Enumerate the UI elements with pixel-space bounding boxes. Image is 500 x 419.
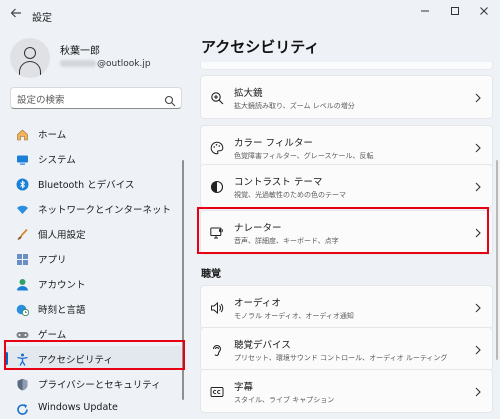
account-icon [16, 276, 29, 291]
sidebar-item-label: Windows Update [38, 402, 118, 413]
chevron-right-icon [474, 90, 482, 104]
sidebar-item-label: プライバシーとセキュリティ [38, 380, 161, 391]
sidebar-item-label: 個人用設定 [38, 230, 86, 241]
sidebar-item-windows-update[interactable]: Windows Update [5, 396, 183, 419]
card-subtitle: 拡大鏡読み取り、ズーム レベルの増分 [234, 102, 355, 110]
title-bar: 設定 [0, 0, 500, 30]
home-icon [16, 126, 29, 141]
back-arrow-icon[interactable] [10, 7, 24, 23]
user-profile[interactable]: 秋葉一郎 @outlook.jp [10, 38, 185, 78]
sidebar-item-label: アプリ [38, 255, 67, 266]
search-icon[interactable] [164, 92, 176, 107]
sidebar-item-label: ホーム [38, 130, 67, 141]
card-title: 聴覚デバイス [234, 340, 291, 351]
chevron-right-icon [474, 342, 482, 356]
highlight-box-narrator [197, 207, 489, 254]
system-icon [16, 151, 29, 165]
card-partial [200, 62, 493, 70]
setting-card-captions[interactable]: 字幕 スタイル、ライブ キャプション [200, 369, 493, 413]
speaker-icon [210, 300, 224, 315]
hearing-icon [210, 342, 224, 357]
setting-card-hearing-devices[interactable]: 聴覚デバイス プリセット、環境サウンド コントロール、オーディオ ルーティング [200, 327, 493, 371]
setting-card-color-filters[interactable]: カラー フィルター 色覚障害フィルター、グレースケール、反転 [200, 125, 493, 169]
search-placeholder: 設定の検索 [17, 95, 65, 106]
maximize-icon[interactable] [445, 4, 465, 22]
gamepad-icon [16, 326, 29, 339]
bluetooth-icon [16, 176, 29, 191]
card-subtitle: 色覚障害フィルター、グレースケール、反転 [234, 152, 374, 160]
app-title: 設定 [32, 13, 52, 24]
sidebar-item-bluetooth[interactable]: Bluetooth とデバイス [5, 171, 183, 195]
sidebar-item-label: 時刻と言語 [38, 305, 86, 316]
card-subtitle: プリセット、環境サウンド コントロール、オーディオ ルーティング [234, 354, 448, 362]
sidebar-item-home[interactable]: ホーム [5, 121, 183, 145]
magnifier-icon [210, 90, 224, 105]
card-subtitle: スタイル、ライブ キャプション [234, 396, 335, 404]
apps-icon [16, 251, 29, 265]
avatar-body [19, 61, 41, 75]
captions-icon [210, 384, 224, 398]
brush-icon [16, 226, 29, 240]
sidebar-item-accounts[interactable]: アカウント [5, 271, 183, 295]
email-redacted [60, 60, 96, 67]
chevron-right-icon [474, 140, 482, 154]
update-icon [16, 401, 29, 415]
contrast-icon [210, 179, 224, 194]
close-icon[interactable] [474, 4, 494, 22]
setting-card-magnifier[interactable]: 拡大鏡 拡大鏡読み取り、ズーム レベルの増分 [200, 75, 493, 119]
search-input[interactable]: 設定の検索 [10, 87, 182, 109]
sidebar-item-personalization[interactable]: 個人用設定 [5, 221, 183, 245]
sidebar-item-label: システム [38, 155, 76, 166]
card-title: 字幕 [234, 382, 254, 393]
setting-card-contrast-themes[interactable]: コントラスト テーマ 視覚、光過敏性のための色のテーマ [200, 164, 493, 208]
sidebar-item-network[interactable]: ネットワークとインターネット [5, 196, 183, 220]
wifi-icon [16, 201, 29, 214]
setting-card-audio[interactable]: オーディオ モノラル オーディオ、オーディオ通知 [200, 285, 493, 329]
sidebar-item-label: アカウント [38, 280, 86, 291]
card-title: 拡大鏡 [234, 88, 263, 99]
section-heading-hearing: 聴覚 [201, 269, 221, 280]
color-palette-icon [210, 140, 224, 155]
card-subtitle: モノラル オーディオ、オーディオ通知 [234, 312, 354, 320]
minimize-icon[interactable] [415, 4, 435, 22]
user-name: 秋葉一郎 [60, 46, 100, 57]
main-scrollbar[interactable] [496, 160, 498, 360]
sidebar-item-label: ゲーム [38, 330, 67, 341]
user-email: @outlook.jp [60, 59, 151, 69]
chevron-right-icon [474, 179, 482, 193]
shield-icon [16, 376, 29, 391]
sidebar-item-system[interactable]: システム [5, 146, 183, 170]
sidebar-item-apps[interactable]: アプリ [5, 246, 183, 270]
chevron-right-icon [474, 300, 482, 314]
sidebar-item-label: Bluetooth とデバイス [38, 180, 135, 191]
page-title: アクセシビリティ [201, 38, 320, 56]
avatar-head [24, 47, 36, 59]
card-title: カラー フィルター [234, 138, 313, 149]
user-email-domain: @outlook.jp [97, 59, 151, 69]
chevron-right-icon [474, 384, 482, 398]
sidebar-item-privacy[interactable]: プライバシーとセキュリティ [5, 371, 183, 395]
card-title: コントラスト テーマ [234, 177, 323, 188]
sidebar-item-label: ネットワークとインターネット [38, 205, 172, 216]
highlight-box-accessibility [4, 340, 185, 370]
card-subtitle: 視覚、光過敏性のための色のテーマ [234, 191, 346, 199]
avatar [10, 38, 50, 78]
sidebar-item-time-language[interactable]: 時刻と言語 [5, 296, 183, 320]
card-title: オーディオ [234, 298, 281, 309]
globe-clock-icon [16, 301, 30, 317]
